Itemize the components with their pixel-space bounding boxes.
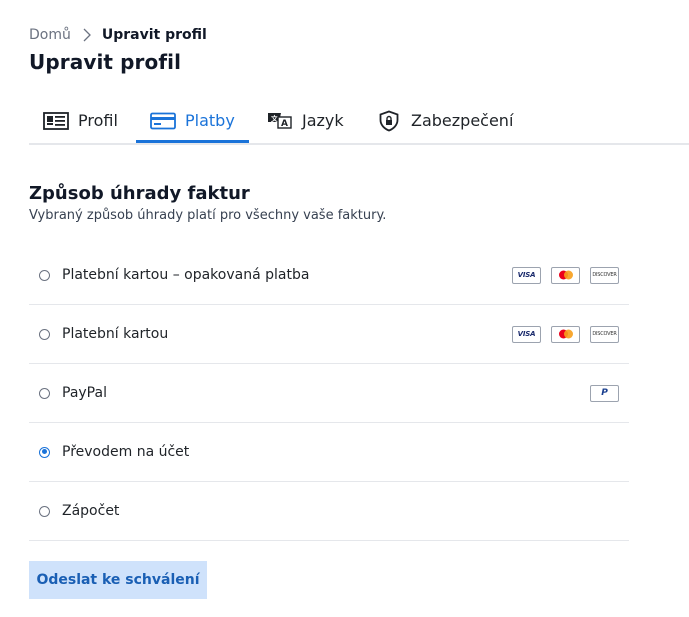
payment-options-list: Platební kartou – opakovaná platba VISA … bbox=[29, 246, 629, 541]
option-label: Platební kartou – opakovaná platba bbox=[62, 267, 310, 283]
section-subtitle: Vybraný způsob úhrady platí pro všechny … bbox=[29, 208, 387, 223]
tab-profil[interactable]: Profil bbox=[43, 100, 118, 141]
radio-button[interactable] bbox=[39, 505, 50, 517]
svg-text:A: A bbox=[281, 119, 288, 129]
breadcrumb: Domů Upravit profil bbox=[29, 27, 207, 43]
card-logos: P bbox=[590, 384, 619, 402]
edit-profile-page: Domů Upravit profil Upravit profil Profi… bbox=[0, 0, 689, 617]
submit-for-approval-button[interactable]: Odeslat ke schválení bbox=[29, 561, 207, 599]
tab-platby[interactable]: Platby bbox=[136, 100, 249, 143]
card-logos: VISA DISCOVER bbox=[512, 266, 619, 284]
chevron-right-icon bbox=[83, 28, 91, 42]
mastercard-logo bbox=[551, 325, 580, 343]
card-logos: VISA DISCOVER bbox=[512, 325, 619, 343]
discover-logo: DISCOVER bbox=[590, 325, 619, 343]
breadcrumb-home-link[interactable]: Domů bbox=[29, 27, 71, 43]
option-label: Platební kartou bbox=[62, 326, 169, 342]
option-label: Zápočet bbox=[62, 503, 120, 519]
shield-lock-icon bbox=[376, 110, 402, 131]
visa-logo: VISA bbox=[512, 266, 541, 284]
visa-logo: VISA bbox=[512, 325, 541, 343]
payment-option-recurring-card[interactable]: Platební kartou – opakovaná platba VISA … bbox=[29, 246, 629, 305]
tab-label: Zabezpečení bbox=[411, 111, 514, 130]
page-title: Upravit profil bbox=[29, 50, 182, 74]
payment-option-bank-transfer[interactable]: Převodem na účet bbox=[29, 423, 629, 482]
tab-label: Profil bbox=[78, 111, 118, 130]
option-label: Převodem na účet bbox=[62, 444, 190, 460]
radio-button[interactable] bbox=[39, 269, 50, 281]
payment-option-card[interactable]: Platební kartou VISA DISCOVER bbox=[29, 305, 629, 364]
credit-card-icon bbox=[150, 111, 176, 131]
radio-button[interactable] bbox=[39, 328, 50, 340]
paypal-logo: P bbox=[590, 384, 619, 402]
id-card-icon bbox=[43, 111, 69, 131]
tab-label: Platby bbox=[185, 111, 235, 130]
section-title: Způsob úhrady faktur bbox=[29, 183, 250, 204]
mastercard-logo bbox=[551, 266, 580, 284]
discover-logo: DISCOVER bbox=[590, 266, 619, 284]
breadcrumb-current: Upravit profil bbox=[101, 27, 207, 43]
tab-label: Jazyk bbox=[302, 111, 344, 130]
payment-option-paypal[interactable]: PayPal P bbox=[29, 364, 629, 423]
payment-option-offset[interactable]: Zápočet bbox=[29, 482, 629, 541]
tab-jazyk[interactable]: 文 A Jazyk bbox=[267, 100, 344, 141]
translate-icon: 文 A bbox=[267, 111, 293, 131]
radio-button[interactable] bbox=[39, 387, 50, 399]
radio-button[interactable] bbox=[39, 446, 50, 458]
tab-bar: Profil Platby 文 A Jazyk Zabezpečení bbox=[29, 100, 689, 145]
tab-zabezpeceni[interactable]: Zabezpečení bbox=[376, 100, 513, 141]
option-label: PayPal bbox=[62, 385, 107, 401]
